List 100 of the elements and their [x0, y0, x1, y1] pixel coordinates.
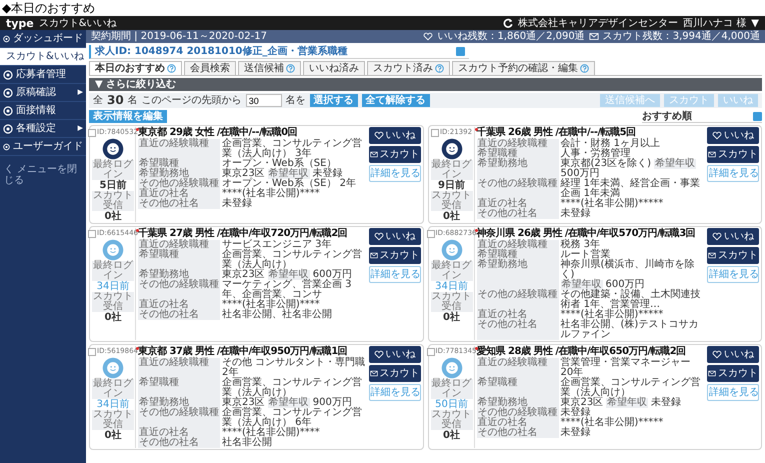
field-label: 直近の経験職種	[138, 358, 220, 378]
field-value: マーケティング、営業企画 3年、企画営業、コンサ	[222, 280, 353, 300]
range-input[interactable]: 30	[246, 94, 282, 107]
like-button[interactable]: いいね	[707, 127, 759, 144]
product-name: スカウト&いいね	[38, 18, 117, 28]
heart-icon	[374, 350, 384, 359]
like-button[interactable]: いいね	[368, 127, 420, 144]
envelope-icon	[708, 150, 716, 159]
field-value: 未登録	[560, 408, 590, 418]
field-value: 600万円	[606, 280, 645, 290]
field-value: 社名非公開	[222, 438, 272, 448]
like-button[interactable]: いいね	[368, 346, 420, 363]
checkbox[interactable]	[426, 230, 434, 238]
checkbox[interactable]	[426, 348, 434, 356]
field-value: 東京都(23区を除く)	[560, 159, 652, 169]
last-login-label: 最終ログイン	[92, 160, 134, 180]
refresh-icon[interactable]	[503, 18, 514, 28]
like-button[interactable]: いいね	[707, 228, 759, 245]
field-label: その他の経験職種	[138, 280, 220, 300]
candidate-title: 千葉県 26歳 男性 /在職中/--/転職5回	[476, 127, 637, 138]
field-value: 500万円	[560, 169, 600, 179]
checkbox[interactable]	[88, 230, 96, 238]
scout-button[interactable]: スカウト	[368, 365, 420, 382]
scout-received-count: 0社	[104, 430, 122, 441]
field-label: その他の社名	[476, 428, 558, 438]
field-value: 経理 1年未満、経営企画・事業企画 1年未満	[560, 179, 702, 199]
help-icon[interactable]	[580, 64, 589, 73]
sort-select[interactable]: おすすめ順	[642, 110, 762, 122]
field-value: 営業管理・営業マネージャー 20年	[560, 358, 690, 378]
scout-button[interactable]: スカウト	[368, 247, 420, 264]
field-value: ****(社名非公開)*****	[560, 418, 664, 428]
close-menu-link[interactable]: く メニューを閉じる	[0, 156, 86, 194]
field-value: 企画営業、コンサルティング営業（法人向け）	[560, 378, 702, 398]
field-label: 希望勤務地	[138, 270, 220, 280]
field-value: サービスエンジニア 3年	[222, 240, 332, 250]
field-label: その他の社名	[138, 438, 220, 448]
field-label: 直近の社名	[476, 310, 558, 320]
last-login-label: 最終ログイン	[430, 379, 472, 399]
scout-button[interactable]: スカウト	[707, 247, 759, 264]
envelope-icon	[370, 150, 378, 159]
scout-received-label: スカウト受信	[92, 410, 134, 430]
field-value: 未登録	[312, 169, 343, 179]
field-value: ****(社名非公開)****	[222, 300, 320, 310]
field-value: 未登録	[651, 398, 682, 408]
field-value: 東京23区	[560, 398, 604, 408]
filter-bar[interactable]: ▼ さらに絞り込む	[89, 78, 762, 91]
scout-button[interactable]: スカウト	[707, 146, 759, 163]
tab[interactable]: 会員検索	[184, 61, 236, 75]
field-label: 希望年収	[654, 159, 696, 169]
sidebar-item[interactable]: スカウト&いいね	[0, 48, 86, 66]
help-icon[interactable]	[167, 64, 176, 73]
field-value: 未登録	[222, 199, 252, 209]
checkbox[interactable]	[88, 128, 96, 136]
field-label: 直近の社名	[476, 199, 558, 209]
envelope-icon	[708, 251, 716, 260]
field-label: その他の社名	[138, 199, 220, 209]
envelope-icon	[588, 32, 599, 41]
like-button[interactable]: いいね	[368, 228, 420, 245]
scout-received-label: スカウト受信	[430, 191, 472, 211]
tab[interactable]: いいね済み	[303, 61, 365, 75]
field-label: その他の社名	[138, 310, 220, 320]
field-label: 希望職種	[138, 250, 220, 270]
field-label: 直近の社名	[138, 428, 220, 438]
field-label: その他の経験職種	[476, 408, 558, 418]
field-value: 企画営業、コンサルティング営業（法人向け） 3年	[222, 139, 363, 159]
scout-received-label: スカウト受信	[430, 292, 472, 312]
checkbox[interactable]	[430, 128, 439, 136]
total-count: 30	[107, 94, 124, 107]
heart-icon	[712, 131, 722, 140]
field-label: 希望年収	[560, 280, 602, 290]
candidate-title: 神奈川県 26歳 男性 /在職中/年収570万円/転職3回	[476, 228, 696, 239]
field-label: 直近の経験職種	[138, 240, 220, 250]
tab[interactable]: スカウト予約の確認・編集	[452, 61, 595, 75]
tab[interactable]: スカウト済み	[367, 61, 450, 75]
field-label: その他の経験職種	[138, 179, 220, 189]
scout-button[interactable]: スカウト	[707, 365, 759, 382]
field-label: 希望職種	[476, 250, 558, 260]
menu-item-icon	[3, 34, 10, 44]
tab[interactable]: 送信候補	[238, 61, 301, 75]
candidate-title: 愛知県 28歳 男性 /在職中/年収650万円/転職2回	[476, 346, 687, 357]
help-icon[interactable]	[286, 64, 295, 73]
field-label: その他の社名	[476, 209, 558, 219]
field-label: 直近の社名	[138, 189, 220, 199]
help-icon[interactable]	[435, 64, 444, 73]
field-label: 希望勤務地	[476, 159, 558, 179]
last-login-days: 34日前	[96, 281, 130, 292]
heart-icon	[712, 232, 722, 241]
caret-icon[interactable]: ▼	[751, 18, 759, 28]
tab[interactable]: 本日のおすすめ	[89, 61, 182, 75]
last-login-days: 9日前	[438, 180, 465, 191]
scouts-remaining: スカウト残数：3,994通／4,000通	[602, 31, 760, 42]
user-menu[interactable]: 西川ハナコ 様	[683, 18, 746, 28]
field-label: 希望年収	[268, 169, 310, 179]
checkbox[interactable]	[88, 348, 96, 356]
field-label: その他の経験職種	[476, 290, 558, 310]
field-label: 希望勤務地	[138, 169, 220, 179]
page-heading: ◆本日のおすすめ	[1, 0, 96, 16]
job-select[interactable]: 求人ID: 1048974 20181010修正_企画・営業系職種	[89, 45, 469, 59]
scout-button[interactable]: スカウト	[368, 146, 420, 163]
like-button[interactable]: いいね	[707, 346, 759, 363]
